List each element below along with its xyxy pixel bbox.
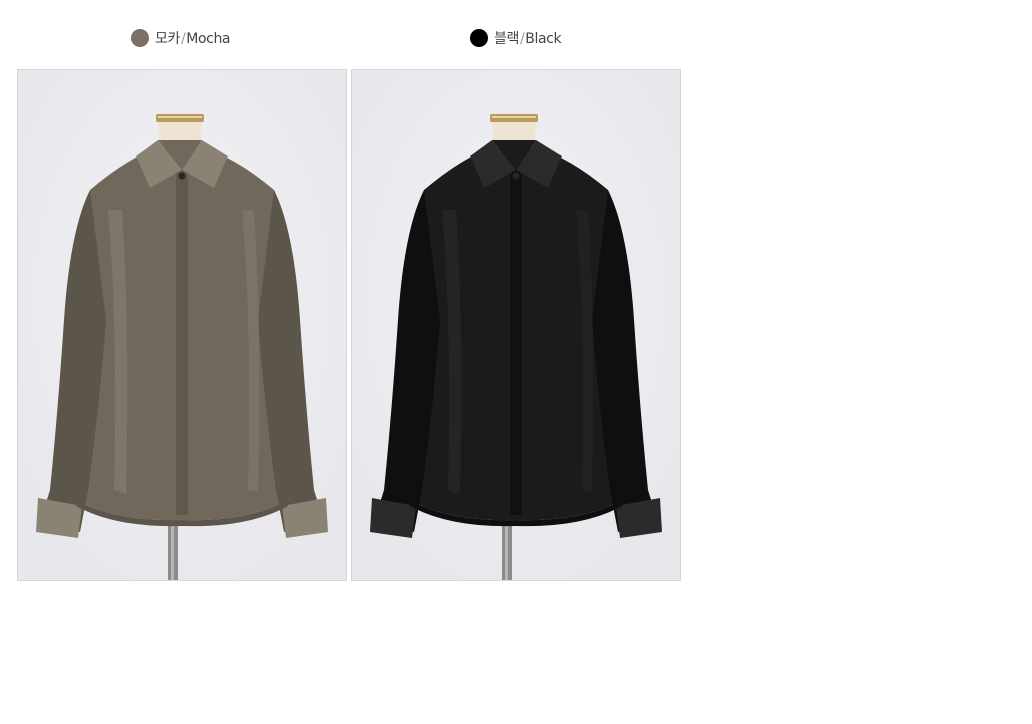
shirt-button xyxy=(512,172,520,180)
color-name-korean: 모카 xyxy=(155,31,180,47)
shirt-button xyxy=(178,172,186,180)
brass-shine xyxy=(492,116,536,118)
black-product-photo xyxy=(351,69,681,581)
color-option-black-label[interactable]: 블랙/Black xyxy=(470,26,562,50)
black-swatch-icon xyxy=(470,29,488,47)
mocha-product-photo xyxy=(17,69,347,581)
mocha-swatch-icon xyxy=(131,29,149,47)
shirt-placket xyxy=(176,170,188,515)
shirt-placket xyxy=(510,170,522,515)
black-shirt-photo-icon xyxy=(352,70,680,580)
brass-shine xyxy=(158,116,202,118)
mocha-shirt-photo-icon xyxy=(18,70,346,580)
color-name-english: Black xyxy=(525,31,562,47)
color-name-text: 블랙/Black xyxy=(494,28,562,48)
color-name-english: Mocha xyxy=(186,31,231,47)
color-option-mocha-label[interactable]: 모카/Mocha xyxy=(131,26,230,50)
color-name-korean: 블랙 xyxy=(494,31,519,47)
color-name-text: 모카/Mocha xyxy=(155,28,230,48)
